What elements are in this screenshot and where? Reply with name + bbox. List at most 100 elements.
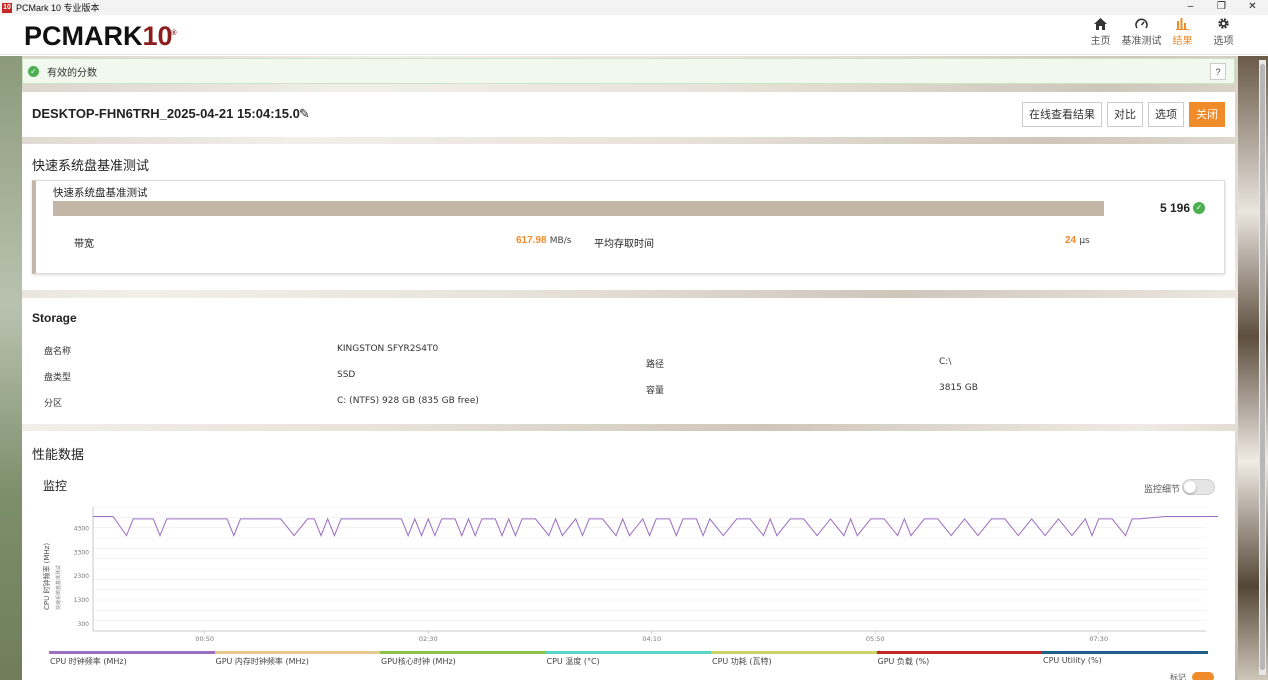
performance-title: 性能数据 xyxy=(32,448,85,463)
pcmark-logo: PCMARK10 ® xyxy=(24,21,177,51)
home-icon xyxy=(1080,17,1121,35)
valid-score-text: 有效的分数 xyxy=(47,67,97,79)
result-header-panel: DESKTOP-FHN6TRH_2025-04-21 15:04:15.0 ✎ … xyxy=(22,92,1235,137)
close-window-button[interactable]: ✕ xyxy=(1237,0,1268,15)
x-tick-label: 07:30 xyxy=(1089,635,1108,643)
result-title: DESKTOP-FHN6TRH_2025-04-21 15:04:15.0 xyxy=(32,106,300,121)
legend-item[interactable]: CPU 功耗 (瓦特) xyxy=(711,651,877,667)
check-circle-icon: ✓ xyxy=(28,65,39,77)
disk-type-value: SSD xyxy=(337,370,356,380)
y-tick-label: 3300 xyxy=(74,549,89,556)
bar-chart-icon xyxy=(1162,17,1203,35)
chart-grid xyxy=(92,506,1206,632)
y-tick-label: 1300 xyxy=(74,597,89,604)
scrollbar[interactable] xyxy=(1259,60,1266,675)
minimize-button[interactable]: – xyxy=(1175,0,1206,15)
partition-value: C: (NTFS) 928 GB (835 GB free) xyxy=(337,396,479,406)
disk-name-value: KINGSTON SFYR2S4T0 xyxy=(337,344,439,354)
app-header: PCMARK10 ® 主页 基准测试 结果 选项 xyxy=(0,15,1268,55)
legend-item[interactable]: CPU Utility (%) xyxy=(1042,651,1208,667)
y-axis-label-secondary: 快速系统盘基准测试 xyxy=(55,565,62,610)
logo-number: 10 xyxy=(142,21,173,51)
marker-toggle-label: 标记 xyxy=(1170,673,1186,680)
access-time-unit: µs xyxy=(1079,236,1090,246)
title-bar: 10 PCMark 10 专业版本 – ❐ ✕ xyxy=(0,0,1268,15)
x-tick-label: 02:30 xyxy=(419,635,438,643)
window-controls: – ❐ ✕ xyxy=(1175,0,1268,15)
registered-icon: ® xyxy=(171,30,177,37)
close-button[interactable]: 关闭 xyxy=(1189,102,1225,127)
storage-title: Storage xyxy=(32,311,77,325)
disk-name-label: 盘名称 xyxy=(44,347,72,357)
bandwidth-label: 带宽 xyxy=(74,239,94,250)
main-nav: 主页 基准测试 结果 选项 xyxy=(1080,17,1244,49)
help-button[interactable]: ? xyxy=(1210,63,1226,80)
nav-results[interactable]: 结果 xyxy=(1162,17,1203,49)
disk-type-label: 盘类型 xyxy=(44,373,72,383)
access-time-number: 24 xyxy=(1065,235,1077,246)
legend-item[interactable]: GPU 内存时钟频率 (MHz) xyxy=(214,651,380,667)
x-tick-label: 04:10 xyxy=(642,635,661,643)
scrollbar-thumb[interactable] xyxy=(1260,64,1265,670)
app-icon: 10 xyxy=(2,2,12,13)
monitor-title: 监控 xyxy=(43,479,68,493)
path-label: 路径 xyxy=(646,360,665,370)
nav-results-label: 结果 xyxy=(1172,36,1193,47)
storage-panel: Storage 盘名称 KINGSTON SFYR2S4T0 盘类型 SSD 分… xyxy=(22,298,1235,424)
nav-options-label: 选项 xyxy=(1213,36,1234,47)
score-check-icon: ✓ xyxy=(1193,202,1205,214)
window-title: PCMark 10 专业版本 xyxy=(16,3,100,13)
y-tick-label: 4300 xyxy=(74,525,89,532)
nav-options[interactable]: 选项 xyxy=(1203,17,1244,49)
capacity-label: 容量 xyxy=(646,386,665,396)
view-online-button[interactable]: 在线查看结果 xyxy=(1022,102,1102,127)
monitor-details-label: 监控细节 xyxy=(1144,485,1181,495)
score-number: 5 196 xyxy=(1159,201,1190,215)
result-actions: 在线查看结果 对比 选项 关闭 xyxy=(1017,102,1225,127)
legend-item[interactable]: CPU 温度 (°C) xyxy=(545,651,711,667)
logo-text: PCMARK xyxy=(24,21,143,51)
x-tick-labels: 00:50 02:30 04:10 05:50 07:30 xyxy=(195,631,1108,643)
edit-pencil-icon[interactable]: ✎ xyxy=(299,106,310,122)
nav-benchmarks-label: 基准测试 xyxy=(1121,36,1162,47)
x-tick-label: 05:50 xyxy=(866,635,885,643)
nav-home-label: 主页 xyxy=(1090,36,1111,47)
x-tick-label: 00:50 xyxy=(195,635,214,643)
capacity-value: 3815 GB xyxy=(939,383,978,393)
legend-item[interactable]: CPU 时钟频率 (MHz) xyxy=(49,651,215,667)
compare-button[interactable]: 对比 xyxy=(1107,102,1143,127)
cpu-clock-chart: CPU 时钟频率 (MHz) 快速系统盘基准测试 4300 3300 2300 130… xyxy=(42,506,1218,643)
y-axis-label: CPU 时钟频率 (MHz) xyxy=(42,543,51,610)
monitor-details-toggle[interactable] xyxy=(1182,479,1215,495)
background-left xyxy=(0,56,22,680)
score-card-title: 快速系统盘基准测试 xyxy=(53,187,148,199)
toggle-knob xyxy=(1184,481,1196,493)
nav-benchmarks[interactable]: 基准测试 xyxy=(1121,17,1162,49)
partition-label: 分区 xyxy=(44,399,63,409)
gear-icon xyxy=(1203,17,1244,35)
bandwidth-unit: MB/s xyxy=(549,236,572,246)
legend-item[interactable]: GPU 负载 (%) xyxy=(876,651,1042,667)
bandwidth-value: 617.98 MB/s xyxy=(516,235,571,246)
path-value: C:\ xyxy=(939,357,952,367)
access-time-value: 24 µs xyxy=(1065,235,1090,246)
y-tick-label: 300 xyxy=(78,621,90,628)
valid-score-banner: ✓ 有效的分数 ? xyxy=(22,58,1235,84)
y-tick-label: 2300 xyxy=(74,573,89,580)
gauge-icon xyxy=(1121,17,1162,35)
test-panel: 快速系统盘基准测试 快速系统盘基准测试 5 196 ✓ 带宽 617.98 MB… xyxy=(22,144,1235,290)
legend-item[interactable]: GPU核心时钟 (MHz) xyxy=(380,651,546,667)
options-button[interactable]: 选项 xyxy=(1148,102,1184,127)
marker-toggle[interactable] xyxy=(1192,672,1214,680)
restore-button[interactable]: ❐ xyxy=(1206,0,1237,15)
cpu-clock-series-line xyxy=(93,516,1218,537)
chart-legend: CPU 时钟频率 (MHz) GPU 内存时钟频率 (MHz) GPU核心时钟 (M… xyxy=(49,651,1208,667)
performance-panel: 性能数据 监控 监控细节 CPU 时钟频率 (MHz) 快速系统盘基准测试 43… xyxy=(22,431,1235,680)
score-value: 5 196 ✓ xyxy=(1160,201,1205,215)
test-section-title: 快速系统盘基准测试 xyxy=(32,159,150,174)
nav-home[interactable]: 主页 xyxy=(1080,17,1121,49)
bandwidth-number: 617.98 xyxy=(516,235,547,246)
y-tick-labels: 4300 3300 2300 1300 300 xyxy=(74,525,89,627)
score-card: 快速系统盘基准测试 5 196 ✓ 带宽 617.98 MB/s 平均存取时间 … xyxy=(32,180,1225,274)
score-bar xyxy=(53,201,1104,216)
